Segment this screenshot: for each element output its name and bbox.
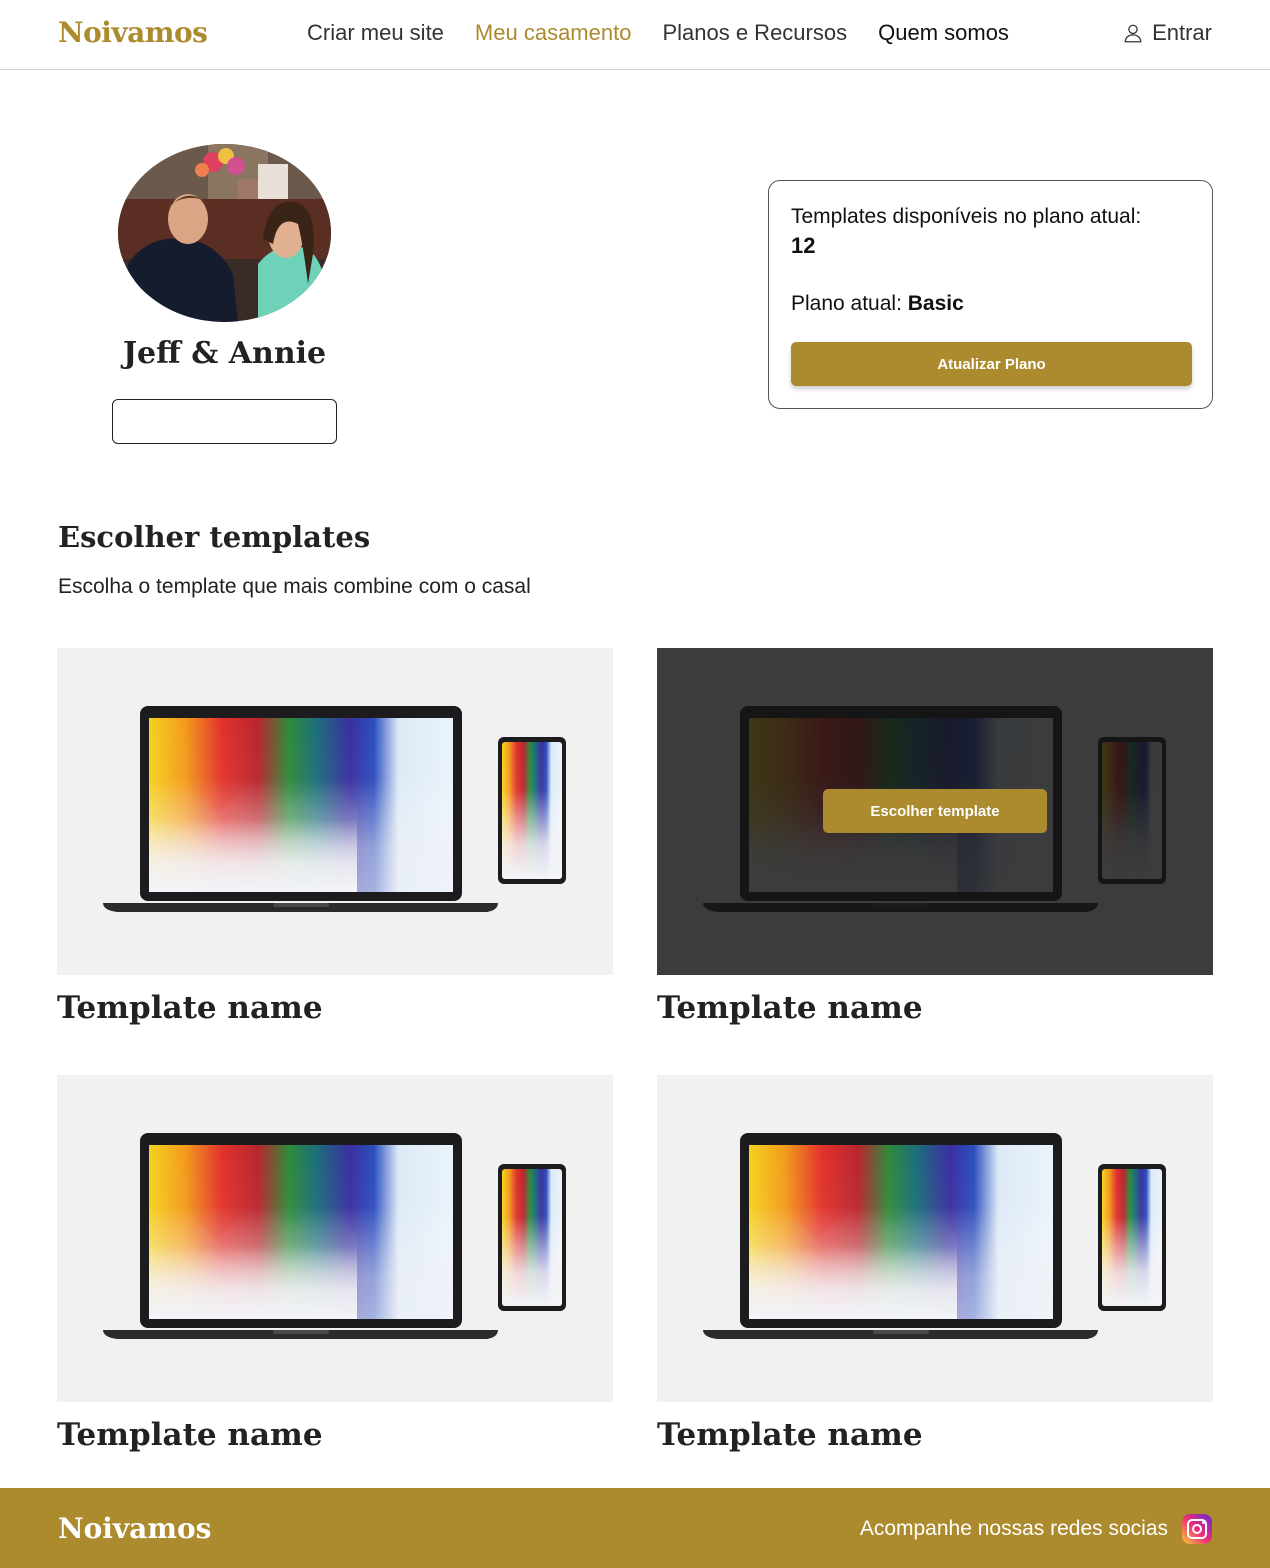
login-button[interactable]: Entrar — [1122, 20, 1212, 46]
current-plan-value: Basic — [907, 292, 964, 315]
nav-link-planos[interactable]: Planos e Recursos — [662, 20, 847, 46]
section-subtitle: Escolha o template que mais combine com … — [58, 575, 531, 598]
nav-link-quem-somos[interactable]: Quem somos — [878, 20, 1009, 46]
instagram-icon[interactable] — [1182, 1514, 1212, 1544]
couple-photo — [118, 144, 331, 322]
template-name-3: Template name — [57, 1417, 323, 1453]
template-thumbnail-2[interactable]: Escolher template — [657, 648, 1213, 975]
profile-input-box[interactable] — [112, 399, 337, 444]
section-title: Escolher templates — [58, 520, 371, 554]
current-plan-label: Plano atual: — [791, 292, 902, 315]
available-templates-count: 12 — [791, 233, 816, 258]
current-plan-line: Plano atual: Basic — [791, 292, 964, 316]
device-mockup — [57, 648, 613, 975]
template-thumbnail-3[interactable] — [57, 1075, 613, 1402]
template-name-4: Template name — [657, 1417, 923, 1453]
plan-card: Templates disponíveis no plano atual: 12… — [768, 180, 1213, 409]
top-navbar: Noivamos Criar meu site Meu casamento Pl… — [0, 0, 1270, 70]
template-card-1: Template name — [57, 648, 613, 1028]
nav-links: Criar meu site Meu casamento Planos e Re… — [307, 20, 1040, 46]
template-name-1: Template name — [57, 990, 323, 1026]
user-icon — [1124, 24, 1142, 43]
device-mockup — [657, 1075, 1213, 1402]
couple-name: Jeff & Annie — [122, 336, 327, 371]
footer-social-text: Acompanhe nossas redes socias — [859, 1517, 1168, 1540]
nav-link-meu-casamento[interactable]: Meu casamento — [475, 20, 632, 46]
footer: Noivamos Acompanhe nossas redes socias — [0, 1488, 1270, 1568]
device-mockup — [57, 1075, 613, 1402]
brand-logo[interactable]: Noivamos — [58, 16, 208, 49]
template-card-4: Template name — [657, 1075, 1213, 1455]
nav-link-criar-site[interactable]: Criar meu site — [307, 20, 444, 46]
footer-brand[interactable]: Noivamos — [58, 1512, 211, 1545]
template-thumbnail-1[interactable] — [57, 648, 613, 975]
upgrade-plan-button[interactable]: Atualizar Plano — [791, 342, 1192, 386]
template-card-2: Escolher template Template name — [657, 648, 1213, 1028]
template-thumbnail-4[interactable] — [657, 1075, 1213, 1402]
available-templates-label: Templates disponíveis no plano atual: — [791, 205, 1142, 228]
template-card-3: Template name — [57, 1075, 613, 1455]
footer-social: Acompanhe nossas redes socias — [860, 1514, 1212, 1544]
login-label: Entrar — [1152, 20, 1212, 45]
choose-template-button[interactable]: Escolher template — [823, 789, 1047, 833]
template-name-2: Template name — [657, 990, 923, 1026]
